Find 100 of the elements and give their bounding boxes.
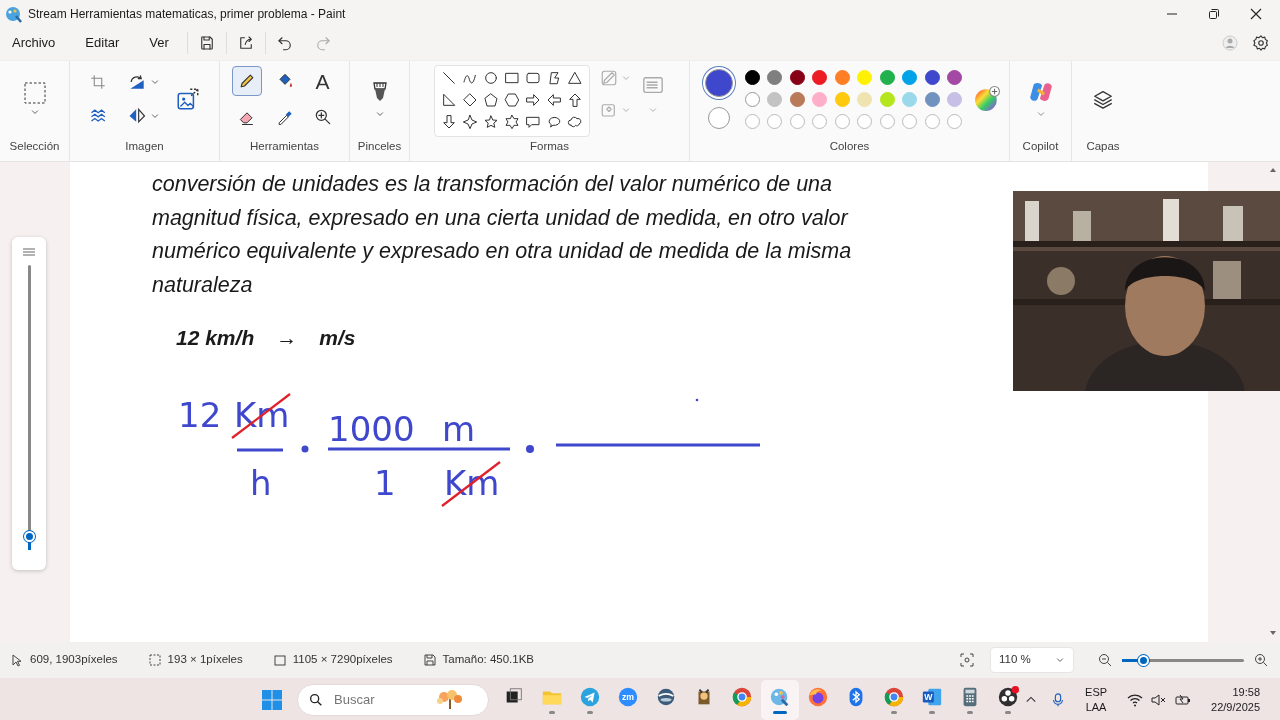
group-label: Colores	[829, 138, 870, 154]
handwritten-text: h	[250, 466, 272, 500]
oval-shape-icon[interactable]	[482, 70, 499, 86]
color-swatch[interactable]	[744, 69, 760, 85]
undo-icon[interactable]	[275, 34, 294, 52]
right-triangle-shape-icon[interactable]	[440, 92, 457, 108]
resize-icon[interactable]	[174, 86, 201, 113]
empty-swatch[interactable]	[812, 113, 828, 129]
triangle-shape-icon[interactable]	[566, 70, 583, 86]
slider-thumb[interactable]	[1137, 654, 1149, 666]
color-swatch[interactable]	[924, 69, 940, 85]
secondary-color-swatch[interactable]	[707, 107, 730, 130]
fit-to-window-icon[interactable]	[960, 653, 974, 667]
empty-swatch[interactable]	[834, 113, 850, 129]
microphone-icon[interactable]	[1051, 692, 1066, 708]
pentagon-shape-icon[interactable]	[482, 92, 499, 108]
layers-icon[interactable]	[1092, 88, 1114, 111]
group-label: Formas	[530, 138, 569, 154]
text-tool[interactable]: A	[307, 66, 338, 97]
menu-item[interactable]: Archivo	[4, 31, 64, 55]
fraction-bar	[237, 448, 283, 452]
six-point-star-shape-icon[interactable]	[503, 114, 520, 130]
color-swatch[interactable]	[879, 69, 895, 85]
wifi-icon[interactable]	[1127, 692, 1144, 708]
rounded-rectangle-shape-icon[interactable]	[524, 70, 541, 86]
scroll-down-icon[interactable]	[1269, 629, 1277, 637]
language-indicator[interactable]: ESP	[1085, 685, 1108, 700]
empty-swatch[interactable]	[924, 113, 940, 129]
close-icon[interactable]	[1250, 8, 1262, 20]
zoom-out-icon[interactable]	[1098, 653, 1112, 667]
diamond-shape-icon[interactable]	[461, 92, 478, 108]
hexagon-shape-icon[interactable]	[503, 92, 520, 108]
dot	[695, 398, 699, 402]
status-text: 193 × 1píxeles	[167, 652, 243, 668]
color-swatch[interactable]	[789, 91, 805, 107]
group-label: Copilot	[1022, 138, 1059, 154]
empty-swatch[interactable]	[744, 113, 760, 129]
zoom-dropdown[interactable]: 110 %	[990, 647, 1074, 673]
arrow-down-shape-icon[interactable]	[440, 114, 457, 130]
status-text: Tamaño: 450.1KB	[442, 652, 535, 668]
handwritten-text: 1	[374, 466, 396, 500]
menu-item[interactable]: Ver	[141, 31, 177, 55]
maximize-icon[interactable]	[1208, 8, 1220, 20]
document-paragraph: conversión de unidades es la transformación del valor numérico de una magnitud física, expresado en una cierta unidad de medida, en otro valor numérico equivalente y expresado en otra unidad de medida de la misma naturaleza	[152, 171, 853, 300]
empty-swatch[interactable]	[767, 113, 783, 129]
group-label: Capas	[1086, 138, 1120, 154]
paint-app-icon[interactable]	[761, 680, 799, 720]
slider-thumb[interactable]	[23, 530, 35, 542]
selection-size-icon	[147, 653, 162, 667]
color-swatch[interactable]	[744, 91, 760, 107]
search-box[interactable]: Buscar	[297, 684, 489, 716]
muted-speaker-icon[interactable]	[1151, 692, 1168, 708]
cloud-callout-shape-icon[interactable]	[566, 114, 583, 130]
search-field[interactable]: Buscar	[332, 689, 422, 711]
arrow-up-shape-icon[interactable]	[566, 92, 583, 108]
color-swatch[interactable]	[947, 69, 963, 85]
four-point-star-shape-icon[interactable]	[461, 114, 478, 130]
color-swatch[interactable]	[902, 69, 918, 85]
handwritten-text: m	[442, 412, 476, 446]
handwritten-text: 12	[178, 398, 222, 432]
scroll-up-icon[interactable]	[1269, 166, 1277, 174]
color-swatch[interactable]	[924, 91, 940, 107]
arrow-right-shape-icon[interactable]	[524, 92, 541, 108]
group-label: Selección	[9, 138, 60, 154]
empty-swatch[interactable]	[879, 113, 895, 129]
empty-swatch[interactable]	[857, 113, 873, 129]
status-text: 609, 1903píxeles	[30, 652, 118, 668]
language-indicator[interactable]: LAA	[1085, 700, 1108, 715]
handwritten-text: 1000	[328, 412, 415, 446]
settings-icon[interactable]	[1252, 34, 1270, 52]
battery-icon[interactable]	[1175, 692, 1192, 708]
rectangle-shape-icon[interactable]	[503, 70, 520, 86]
rectangle-callout-shape-icon[interactable]	[524, 114, 541, 130]
star-shape-icon[interactable]	[482, 114, 499, 130]
canvas-size-icon	[272, 653, 287, 667]
arrow-left-shape-icon[interactable]	[545, 92, 562, 108]
pencil-icon[interactable]	[231, 66, 262, 97]
color-swatch[interactable]	[812, 69, 828, 85]
clock-date[interactable]: 22/9/2025	[1211, 700, 1260, 715]
color-swatch[interactable]	[789, 69, 805, 85]
menu-item[interactable]: Editar	[77, 31, 128, 55]
line-shape-icon[interactable]	[440, 70, 457, 86]
clock-time[interactable]: 19:58	[1232, 685, 1260, 700]
window-title: Stream Herramientas matematicas, primer problema - Paint	[28, 6, 346, 23]
zoom-in-icon[interactable]	[1254, 653, 1268, 667]
empty-swatch[interactable]	[947, 113, 963, 129]
dot	[526, 445, 534, 453]
paint-app-icon	[4, 5, 22, 23]
selection-icon[interactable]	[22, 81, 47, 106]
color-swatch[interactable]	[834, 69, 850, 85]
dot	[301, 445, 309, 453]
empty-swatch[interactable]	[789, 113, 805, 129]
primary-color-swatch[interactable]	[704, 69, 733, 98]
group-label: Herramientas	[250, 138, 319, 154]
color-wheel-icon[interactable]	[974, 86, 1001, 113]
crop-icon[interactable]	[88, 73, 107, 92]
color-swatch[interactable]	[767, 69, 783, 85]
status-text: 1105 × 7290píxeles	[292, 652, 393, 668]
formula-text: →	[276, 324, 298, 351]
empty-swatch[interactable]	[902, 113, 918, 129]
